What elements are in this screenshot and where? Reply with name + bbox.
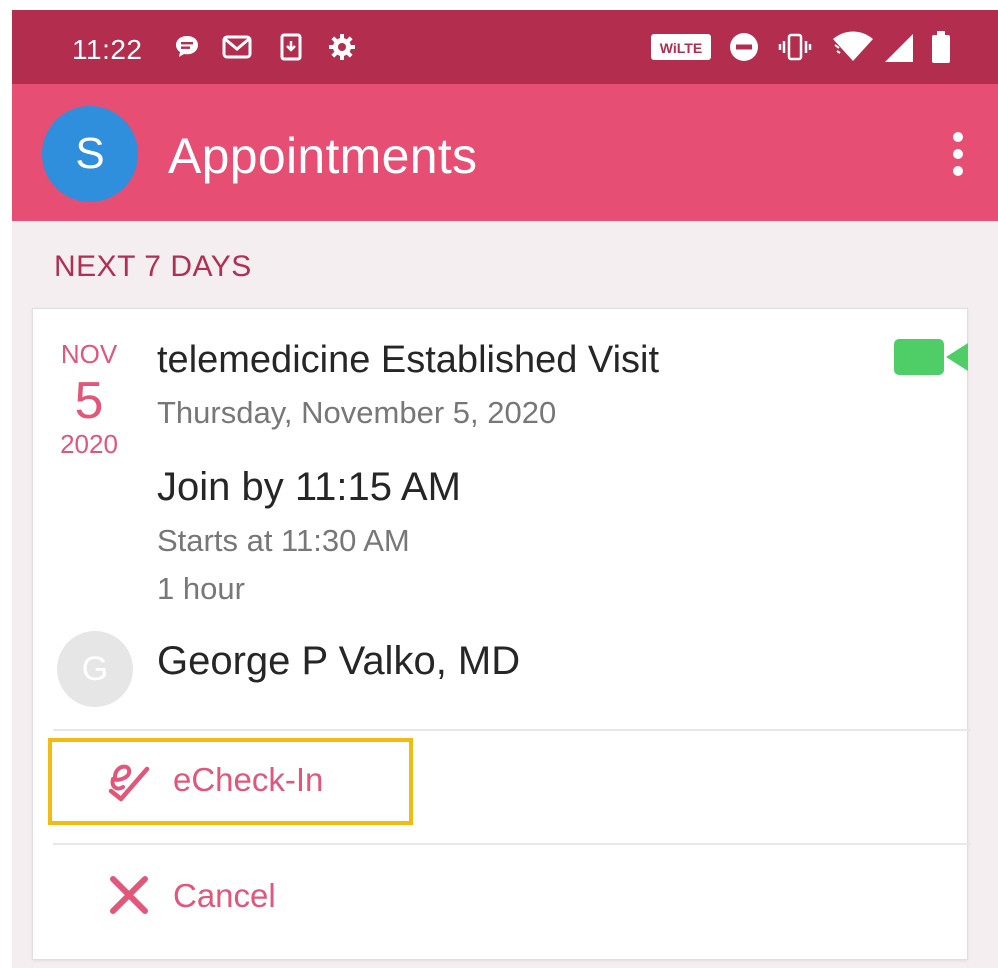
chat-bubble-icon xyxy=(172,32,202,62)
duration: 1 hour xyxy=(157,571,245,606)
join-by-time: Join by 11:15 AM xyxy=(157,465,461,509)
do-not-disturb-icon xyxy=(728,32,760,62)
app-bar: S Appointments xyxy=(12,84,998,221)
date-year: 2020 xyxy=(60,429,118,459)
echeckin-label: eCheck-In xyxy=(173,761,324,798)
svg-text:WiLTE: WiLTE xyxy=(660,40,702,56)
phone-screen: 11:22 WiLTE S Appointments NEXT 7 DAYS N… xyxy=(12,10,998,968)
start-time: Starts at 11:30 AM xyxy=(157,523,410,558)
appointment-card[interactable]: NOV 5 2020 telemedicine Established Visi… xyxy=(32,308,971,960)
status-time: 11:22 xyxy=(72,34,143,65)
provider-name[interactable]: George P Valko, MD xyxy=(157,639,520,684)
video-camera-icon xyxy=(894,339,968,375)
settings-icon xyxy=(326,32,358,62)
download-icon xyxy=(278,32,304,62)
cancel-label: Cancel xyxy=(173,877,276,914)
close-icon xyxy=(110,876,148,914)
wifi-icon xyxy=(830,31,876,62)
date-month: NOV xyxy=(60,339,118,369)
signal-icon xyxy=(882,32,916,62)
section-header: NEXT 7 DAYS xyxy=(54,250,252,283)
overflow-menu-icon[interactable] xyxy=(940,132,976,176)
visit-title: telemedicine Established Visit xyxy=(157,339,660,381)
status-bar: 11:22 WiLTE xyxy=(12,10,998,84)
vibrate-icon xyxy=(778,32,812,62)
gmail-icon xyxy=(220,32,254,62)
visit-date: Thursday, November 5, 2020 xyxy=(157,395,557,430)
divider xyxy=(53,729,971,731)
echeckin-button[interactable]: eCheck-In xyxy=(53,733,971,823)
volte-icon: WiLTE xyxy=(650,32,712,62)
date-day: 5 xyxy=(74,372,104,430)
cancel-button[interactable]: Cancel xyxy=(53,849,971,939)
echeckin-icon xyxy=(108,764,150,802)
user-avatar[interactable]: S xyxy=(42,106,138,202)
battery-icon xyxy=(930,31,952,63)
provider-avatar: G xyxy=(57,631,133,707)
page-title: Appointments xyxy=(168,128,478,184)
divider xyxy=(53,843,971,845)
